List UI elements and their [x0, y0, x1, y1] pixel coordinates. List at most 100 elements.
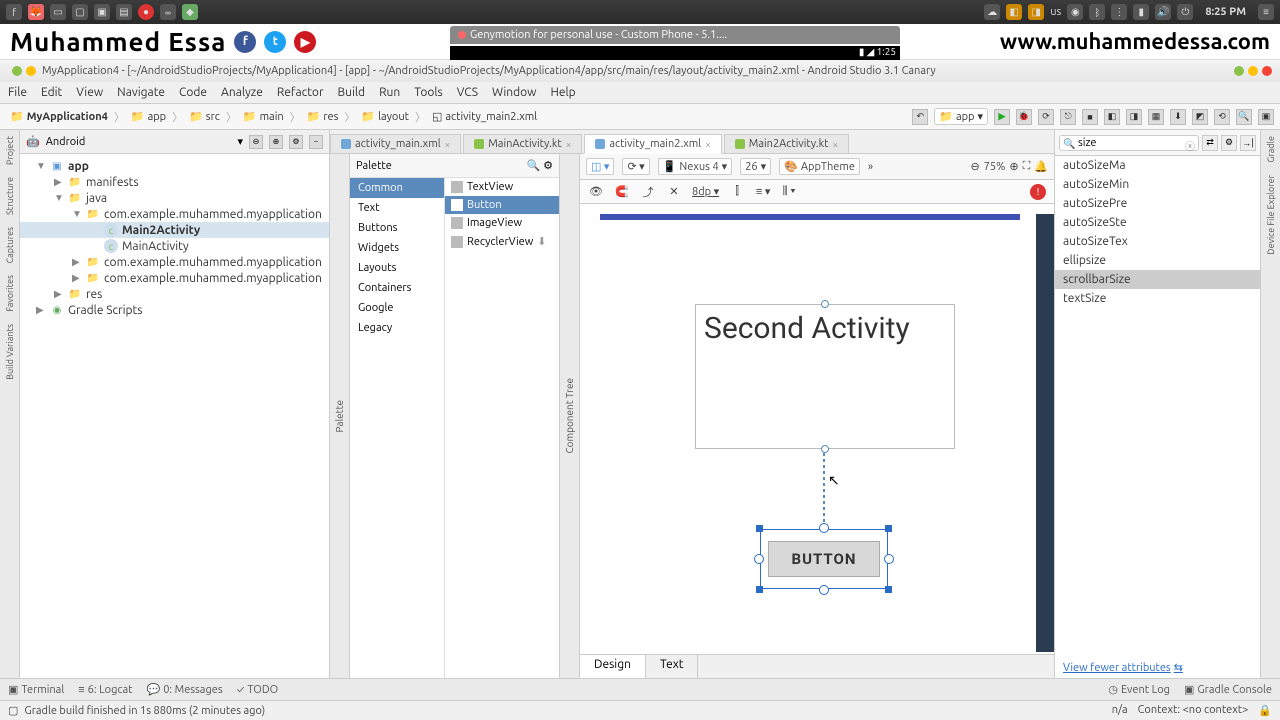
pack-icon[interactable]: ⫿: [729, 184, 745, 200]
search-icon[interactable]: 🔍: [1236, 109, 1252, 125]
attach-button[interactable]: ⎋: [1060, 109, 1076, 125]
app2-icon[interactable]: ▤: [116, 4, 132, 20]
zoom-fit-icon[interactable]: ⛶: [1023, 160, 1031, 173]
hide-icon[interactable]: ⎯: [309, 135, 323, 149]
palette-gear-icon[interactable]: ⚙: [543, 160, 553, 172]
tree-app[interactable]: app: [68, 160, 89, 173]
tree-pkg1[interactable]: com.example.muhammed.myapplication: [104, 208, 322, 221]
menu-refactor[interactable]: Refactor: [277, 86, 324, 99]
app4-icon[interactable]: ◆: [182, 4, 198, 20]
bottom-messages[interactable]: 💬 0: Messages: [147, 683, 223, 696]
files-icon[interactable]: ▭: [50, 4, 66, 20]
item-imageview[interactable]: ImageView: [445, 214, 559, 232]
menu-edit[interactable]: Edit: [41, 86, 62, 99]
menu-help[interactable]: Help: [550, 86, 575, 99]
crumb-main[interactable]: 📁 main: [239, 110, 288, 123]
fedora-icon[interactable]: f: [6, 4, 22, 20]
app-icon[interactable]: ▣: [94, 4, 110, 20]
cloud-icon[interactable]: ☁: [984, 4, 1000, 20]
side-captures[interactable]: Captures: [5, 227, 15, 263]
clear-icon[interactable]: ✕: [666, 184, 682, 200]
bottom-eventlog[interactable]: ◷ Event Log: [1108, 683, 1170, 696]
menu-vcs[interactable]: VCS: [457, 86, 478, 99]
keyboard-lang[interactable]: us: [1050, 6, 1061, 18]
expand-icon[interactable]: ⊕: [269, 135, 283, 149]
tab-text[interactable]: Text: [646, 655, 699, 678]
menu-tools[interactable]: Tools: [414, 86, 443, 99]
project-tree[interactable]: ▼▣app ▶📁manifests ▼📁java ▼📁com.example.m…: [20, 154, 329, 678]
clear-search-icon[interactable]: ⓧ: [1185, 138, 1195, 153]
cat-legacy[interactable]: Legacy: [350, 318, 444, 338]
orientation-icon[interactable]: ⟳ ▾: [622, 158, 649, 175]
design-mode-icon[interactable]: ◫ ▾: [586, 158, 614, 175]
menu-code[interactable]: Code: [179, 86, 207, 99]
more-icon[interactable]: »: [868, 161, 873, 173]
item-button[interactable]: Button: [445, 196, 559, 214]
connect-icon[interactable]: ⤴: [640, 184, 656, 200]
menu-view[interactable]: View: [76, 86, 103, 99]
term-icon[interactable]: ▢: [72, 4, 88, 20]
tree-java[interactable]: java: [86, 192, 107, 205]
menu-icon[interactable]: ≡: [1258, 4, 1274, 20]
crumb-layout[interactable]: 📁 layout: [357, 110, 413, 123]
palette-strip[interactable]: Palette: [330, 154, 350, 678]
cat-text[interactable]: Text: [350, 198, 444, 218]
cat-buttons[interactable]: Buttons: [350, 218, 444, 238]
tree-res[interactable]: res: [86, 288, 102, 301]
api-selector[interactable]: 26 ▾: [740, 158, 771, 175]
app3-icon[interactable]: ∞: [160, 4, 176, 20]
bt-icon[interactable]: ᛒ: [1089, 4, 1105, 20]
handle-top-icon[interactable]: [821, 300, 829, 308]
menu-build[interactable]: Build: [338, 86, 366, 99]
back-icon[interactable]: ↶: [912, 109, 928, 125]
design-canvas[interactable]: Second Activity ↖: [580, 204, 1054, 654]
clock[interactable]: 8:25 PM: [1205, 6, 1246, 18]
cat-widgets[interactable]: Widgets: [350, 238, 444, 258]
genymotion-tab[interactable]: Genymotion for personal use - Custom Pho…: [450, 26, 900, 44]
attr-autosizemax[interactable]: autoSizeMa: [1055, 156, 1260, 175]
cat-google[interactable]: Google: [350, 298, 444, 318]
collapse-icon[interactable]: ⊖: [249, 135, 263, 149]
side-buildvar[interactable]: Build Variants: [5, 324, 15, 380]
window-max-icon[interactable]: [26, 66, 36, 76]
status-lock-icon[interactable]: 🔒: [1258, 704, 1272, 717]
attr-scrollbarsize[interactable]: scrollbarSize: [1055, 270, 1260, 289]
batt-icon[interactable]: ▮: [1133, 4, 1149, 20]
side-favorites[interactable]: Favorites: [5, 275, 15, 312]
menu-file[interactable]: File: [8, 86, 27, 99]
item-recyclerview[interactable]: RecyclerView ⬇: [445, 232, 559, 251]
tree-pkg2[interactable]: com.example.muhammed.myapplication: [104, 256, 322, 269]
window-min-icon[interactable]: [12, 66, 22, 76]
tab-activity-main[interactable]: activity_main.xml×: [330, 134, 461, 153]
tb4-icon[interactable]: ▣: [1258, 109, 1274, 125]
item-textview[interactable]: TextView: [445, 178, 559, 196]
bottom-terminal[interactable]: ▣ Terminal: [8, 683, 64, 696]
twitter-icon[interactable]: t: [264, 31, 286, 53]
canvas-button[interactable]: BUTTON: [760, 529, 888, 589]
attr-autosizemin[interactable]: autoSizeMin: [1055, 175, 1260, 194]
bottom-gradleconsole[interactable]: ▣ Gradle Console: [1184, 683, 1272, 696]
tb3-icon[interactable]: ◩: [1192, 109, 1208, 125]
tree-main2activity[interactable]: Main2Activity: [122, 224, 200, 237]
facebook-icon[interactable]: f: [234, 31, 256, 53]
power-icon[interactable]: ⏻: [1177, 4, 1193, 20]
tb2-icon[interactable]: ◨: [1126, 109, 1142, 125]
crumb-res[interactable]: 📁 res: [303, 110, 343, 123]
attr-autosizeste[interactable]: autoSizeSte: [1055, 213, 1260, 232]
vol-icon[interactable]: 🔊: [1155, 4, 1171, 20]
side-structure[interactable]: Structure: [5, 177, 15, 215]
attr-ellipsize[interactable]: ellipsize: [1055, 251, 1260, 270]
wifi-icon[interactable]: ⋮: [1111, 4, 1127, 20]
sync-button[interactable]: ⟲: [1214, 109, 1230, 125]
firefox-icon[interactable]: 🦊: [28, 4, 44, 20]
attr-autosizepre[interactable]: autoSizePre: [1055, 194, 1260, 213]
attr-hide-icon[interactable]: →|: [1240, 135, 1256, 151]
menu-window[interactable]: Window: [492, 86, 536, 99]
tray1-icon[interactable]: ◧: [1006, 4, 1022, 20]
tab-main2activity-kt[interactable]: Main2Activity.kt×: [724, 134, 849, 153]
rec-icon[interactable]: ●: [138, 4, 154, 20]
tree-manifests[interactable]: manifests: [86, 176, 139, 189]
stop-button[interactable]: ■: [1082, 109, 1098, 125]
theme-selector[interactable]: 🎨 AppTheme: [779, 158, 860, 175]
tray2-icon[interactable]: ◨: [1028, 4, 1044, 20]
